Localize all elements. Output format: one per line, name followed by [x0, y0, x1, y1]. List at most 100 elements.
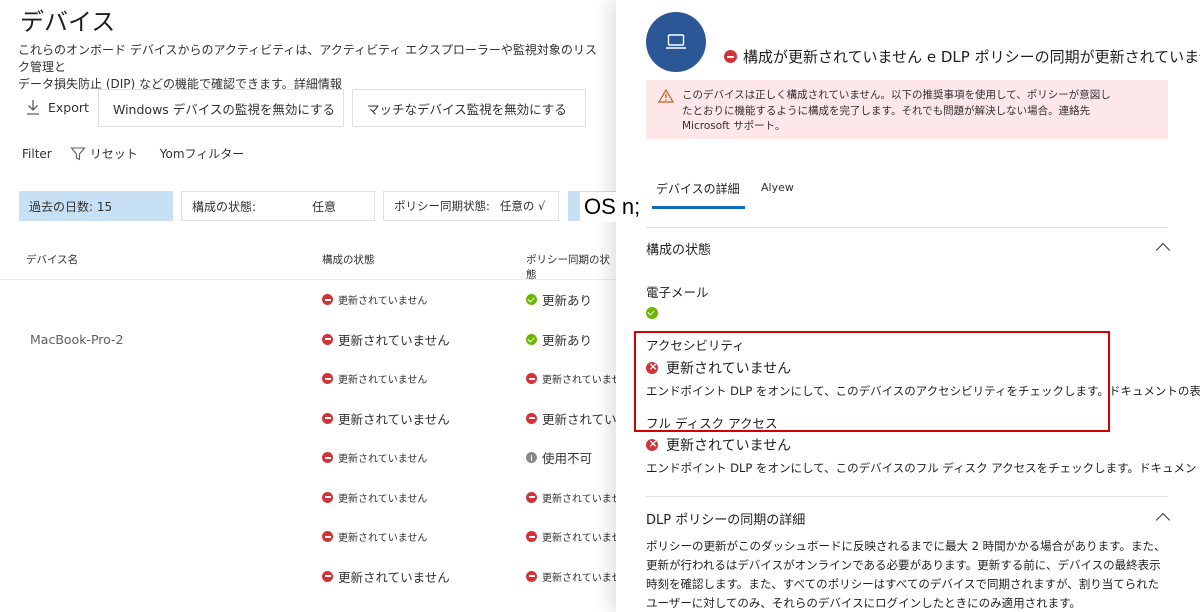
- status-text: 更新されていません: [338, 533, 428, 545]
- full-disk-access-note[interactable]: エンドポイント DLP をオンにして、このデバイスのフル ディスク アクセスをチ…: [646, 460, 1200, 476]
- status-text: 更新されていません: [338, 411, 450, 427]
- table-row[interactable]: MacBook-Pro-2 更新されていません 更新あり: [0, 320, 616, 360]
- config-state-cell: 更新されていません: [322, 359, 427, 399]
- status-text: 更新あり: [542, 332, 593, 348]
- status-indicator: 更新されていません: [322, 490, 427, 505]
- config-state-cell: 更新されていません: [322, 399, 450, 439]
- accessibility-note[interactable]: エンドポイント DLP をオンにして、このデバイスのアクセシビリティをチェックし…: [646, 383, 1200, 399]
- error-icon: [322, 491, 333, 503]
- error-icon: [526, 412, 537, 424]
- full-disk-access-label: フル ディスク アクセス: [646, 416, 778, 431]
- table-row[interactable]: 更新されていません 更新されていません: [0, 557, 616, 597]
- overlay-text: OS n;: [580, 192, 645, 222]
- status-text: 更新されていません: [542, 375, 616, 387]
- status-indicator: 更新されていません: [526, 490, 616, 505]
- config-state-section-title[interactable]: 構成の状態: [646, 239, 711, 258]
- dlp-sync-section-title[interactable]: DLP ポリシーの同期の詳細: [646, 509, 805, 528]
- config-state-cell: 更新されていません: [322, 280, 427, 320]
- column-header-device-name[interactable]: デバイス名: [26, 252, 78, 267]
- policy-sync-filter-chip[interactable]: ポリシー同期状態: 任意の √: [383, 191, 559, 221]
- tab-alyew[interactable]: Alyew: [761, 181, 794, 194]
- config-state-filter-chip[interactable]: 構成の状態: 任意: [181, 191, 375, 221]
- filter-icon: [70, 146, 86, 160]
- days-filter-chip[interactable]: 過去の日数: 15: [19, 191, 173, 221]
- error-icon: [526, 373, 537, 385]
- policy-sync-cell: 更新されていません: [526, 557, 616, 597]
- error-icon: [322, 333, 333, 345]
- status-indicator: 使用不可: [526, 448, 592, 467]
- chevron-up-icon[interactable]: [1155, 512, 1171, 528]
- error-icon: [646, 360, 658, 374]
- config-state-cell: 更新されていません: [322, 438, 427, 478]
- policy-sync-filter-label: ポリシー同期状態:: [394, 199, 490, 213]
- table-row[interactable]: 更新されていません 更新されていません: [0, 478, 616, 518]
- table-row[interactable]: 更新されていません 更新されていません: [0, 517, 616, 557]
- disable-windows-monitoring-button[interactable]: Windows デバイスの監視を無効にする: [98, 89, 344, 127]
- description-line-1: これらのオンボード デバイスからのアクティビティは、アクティビティ エクスプロー…: [18, 43, 597, 74]
- device-details-panel: 構成が更新されていません e DLP ポリシーの同期が更新されていません このデ…: [616, 0, 1200, 612]
- info-icon: [526, 452, 537, 464]
- export-label: Export: [48, 99, 89, 115]
- page-description: これらのオンボード デバイスからのアクティビティは、アクティビティ エクスプロー…: [18, 42, 598, 93]
- table-row[interactable]: 更新されていません 更新あり: [0, 280, 616, 320]
- config-state-cell: 更新されていません: [322, 557, 450, 597]
- policy-sync-cell: 更新されていません: [526, 517, 616, 557]
- check-icon: [526, 294, 537, 306]
- accessibility-status: 更新されていません: [646, 358, 791, 378]
- warning-banner: このデバイスは正しく構成されていません。以下の推奨事項を使用して、ポリシーが意図…: [646, 80, 1168, 139]
- column-header-config-state[interactable]: 構成の状態: [322, 252, 375, 267]
- config-state-cell: 更新されていません: [322, 478, 427, 518]
- status-text: 更新されていません: [338, 454, 428, 466]
- divider: [646, 227, 1168, 228]
- full-disk-access-status: 更新されていません: [646, 435, 791, 455]
- status-text: 更新されていません: [338, 569, 450, 585]
- status-indicator: 更新されていません: [322, 409, 450, 428]
- table-row[interactable]: 更新されていません 使用不可: [0, 438, 616, 478]
- status-indicator: 更新されていません: [322, 529, 427, 544]
- column-header-policy-sync[interactable]: ポリシー同期の状態: [526, 252, 616, 282]
- page-title: デバイス: [20, 8, 116, 36]
- accessibility-label: アクセシビリティ: [646, 338, 745, 353]
- status-indicator: 更新されていません: [322, 330, 450, 349]
- yom-filter-button[interactable]: Yomフィルター: [160, 145, 245, 162]
- panel-status-text: 構成が更新されていません e DLP ポリシーの同期が更新されていません: [743, 48, 1200, 66]
- status-text: 更新されていません: [338, 332, 450, 348]
- laptop-icon: [666, 34, 686, 49]
- chevron-up-icon[interactable]: [1155, 242, 1171, 258]
- config-state-cell: 更新されていません: [322, 517, 427, 557]
- email-label: 電子メール: [646, 285, 709, 300]
- policy-sync-cell: 更新あり: [526, 320, 592, 360]
- status-indicator: 更新されていません: [526, 569, 616, 584]
- panel-status-heading: 構成が更新されていません e DLP ポリシーの同期が更新されていません: [724, 46, 1200, 67]
- error-icon: [526, 491, 537, 503]
- status-text: 更新されていません: [338, 493, 428, 505]
- policy-sync-cell: 更新されていません: [526, 359, 616, 399]
- filter-bar: Filter リセット Yomフィルター: [22, 145, 244, 162]
- export-button[interactable]: Export: [26, 99, 89, 115]
- download-icon: [27, 100, 39, 115]
- error-icon: [322, 452, 333, 464]
- reset-label: リセット: [89, 147, 138, 161]
- status-text: 更新されていません: [542, 493, 616, 505]
- error-icon: [526, 531, 537, 543]
- disable-mac-monitoring-button[interactable]: マッチなデバイス監視を無効にする: [352, 89, 586, 127]
- error-icon: [526, 570, 537, 582]
- table-row[interactable]: 更新されていません 更新されていません: [0, 399, 616, 439]
- error-icon: [322, 570, 333, 582]
- filter-label: Filter: [22, 146, 52, 161]
- error-icon: [322, 531, 333, 543]
- table-row[interactable]: 更新されていません 更新されていません: [0, 359, 616, 399]
- tab-device-details[interactable]: デバイスの詳細: [652, 180, 745, 209]
- device-name-cell[interactable]: MacBook-Pro-2: [30, 320, 123, 360]
- devices-page: デバイス これらのオンボード デバイスからのアクティビティは、アクティビティ エ…: [0, 0, 616, 612]
- error-icon: [322, 294, 333, 306]
- error-icon: [724, 50, 737, 63]
- table-header: デバイス名 構成の状態 ポリシー同期の状態: [0, 244, 616, 282]
- status-indicator: 更新されていません: [526, 529, 616, 544]
- status-indicator: 更新あり: [526, 330, 592, 349]
- status-indicator: 更新されていません: [322, 567, 450, 586]
- reset-filter-button[interactable]: リセット: [70, 145, 138, 162]
- status-indicator: 更新されていません: [526, 409, 616, 428]
- dlp-sync-description: ポリシーの更新がこのダッシュボードに反映されるまでに最大 2 時間かかる場合があ…: [646, 539, 1166, 610]
- device-table-body: 更新されていません 更新あり MacBook-Pro-2 更新されていません 更新あり更…: [0, 280, 616, 596]
